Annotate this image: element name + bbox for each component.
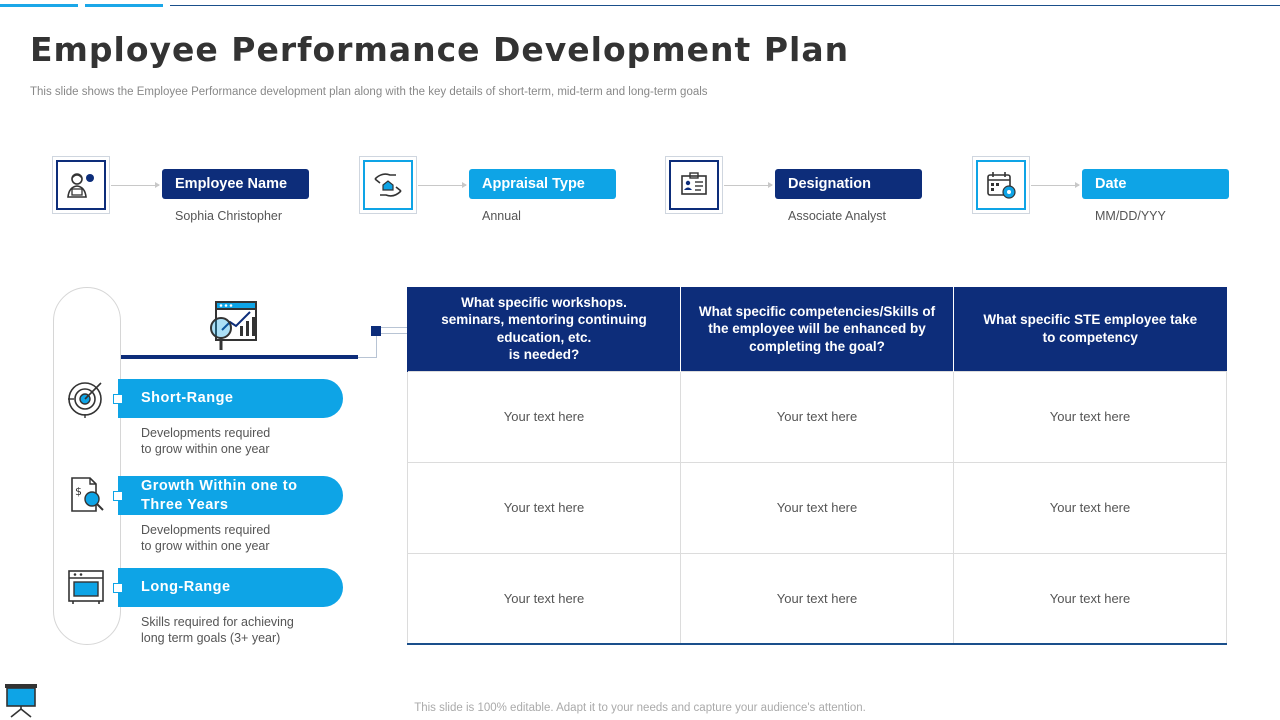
page-subtitle: This slide shows the Employee Performanc… bbox=[30, 86, 708, 98]
connector-line bbox=[376, 336, 377, 358]
designation-icon-box bbox=[665, 156, 723, 214]
long-range-desc: Skills required for achieving long term … bbox=[141, 614, 294, 646]
table-cell[interactable]: Your text here bbox=[680, 552, 954, 645]
table-header-row: What specific workshops. seminars, mento… bbox=[407, 287, 1227, 371]
employee-name-label: Employee Name bbox=[162, 169, 309, 199]
info-connector bbox=[724, 182, 773, 188]
info-connector bbox=[111, 182, 160, 188]
table-cell[interactable]: Your text here bbox=[407, 461, 681, 554]
top-rule bbox=[170, 5, 1280, 6]
presentation-board-icon bbox=[5, 684, 37, 718]
short-range-desc-line: to grow within one year bbox=[141, 442, 270, 456]
mid-range-pill: Growth Within one to Three Years bbox=[118, 476, 343, 515]
svg-text:$: $ bbox=[75, 485, 82, 498]
development-table: What specific workshops. seminars, mento… bbox=[407, 287, 1227, 645]
date-icon-box bbox=[972, 156, 1030, 214]
hand-care-icon bbox=[374, 173, 402, 197]
table-cell[interactable]: Your text here bbox=[953, 370, 1227, 463]
employee-name-value: Sophia Christopher bbox=[175, 209, 283, 223]
short-range-label: Short-Range bbox=[141, 390, 234, 406]
short-range-desc: Developments required to grow within one… bbox=[141, 425, 270, 457]
info-connector bbox=[418, 182, 467, 188]
mid-range-desc-line: Developments required bbox=[141, 523, 271, 537]
designation-value: Associate Analyst bbox=[788, 209, 886, 223]
table-row: Your text here Your text here Your text … bbox=[407, 461, 1227, 554]
appraisal-type-label: Appraisal Type bbox=[469, 169, 616, 199]
table-header-workshops: What specific workshops. seminars, mento… bbox=[407, 287, 681, 371]
connector-line bbox=[358, 357, 377, 358]
growth-chart-magnifier-icon bbox=[210, 301, 257, 350]
range-marker bbox=[113, 583, 123, 593]
long-range-label: Long-Range bbox=[141, 579, 231, 595]
top-accent-bar bbox=[0, 4, 78, 7]
employee-icon-box bbox=[52, 156, 110, 214]
designation-label: Designation bbox=[775, 169, 922, 199]
table-cell[interactable]: Your text here bbox=[407, 552, 681, 645]
oven-icon bbox=[68, 570, 104, 604]
calendar-gear-icon bbox=[987, 172, 1016, 199]
table-header-ste: What specific STE employee take to compe… bbox=[953, 287, 1227, 371]
table-cell[interactable]: Your text here bbox=[953, 461, 1227, 554]
connector-line bbox=[381, 327, 408, 334]
long-range-desc-line: Skills required for achieving bbox=[141, 615, 294, 629]
table-cell[interactable]: Your text here bbox=[407, 370, 681, 463]
id-card-icon bbox=[681, 172, 707, 195]
table-cell[interactable]: Your text here bbox=[680, 370, 954, 463]
mid-range-desc: Developments required to grow within one… bbox=[141, 522, 270, 554]
appraisal-type-value: Annual bbox=[482, 209, 521, 223]
top-accent-bar bbox=[85, 4, 163, 7]
connector-marker bbox=[371, 326, 381, 336]
range-marker bbox=[113, 394, 123, 404]
table-row: Your text here Your text here Your text … bbox=[407, 370, 1227, 463]
info-connector bbox=[1031, 182, 1080, 188]
target-icon bbox=[68, 382, 102, 418]
timeline-divider bbox=[121, 355, 358, 359]
range-marker bbox=[113, 491, 123, 501]
table-row: Your text here Your text here Your text … bbox=[407, 552, 1227, 645]
date-label: Date bbox=[1082, 169, 1229, 199]
footer-note: This slide is 100% editable. Adapt it to… bbox=[414, 702, 866, 714]
table-cell[interactable]: Your text here bbox=[680, 461, 954, 554]
date-value: MM/DD/YYY bbox=[1095, 209, 1166, 223]
page-title: Employee Performance Development Plan bbox=[30, 30, 850, 69]
employee-icon bbox=[67, 173, 94, 198]
mid-range-label: Three Years bbox=[141, 496, 229, 513]
long-range-pill: Long-Range bbox=[118, 568, 343, 607]
mid-range-label: Growth Within one to bbox=[141, 477, 298, 494]
long-range-desc-line: long term goals (3+ year) bbox=[141, 631, 281, 645]
mid-range-desc-line: to grow within one year bbox=[141, 539, 270, 553]
short-range-desc-line: Developments required bbox=[141, 426, 271, 440]
finance-document-icon: $ bbox=[71, 477, 104, 512]
table-cell[interactable]: Your text here bbox=[953, 552, 1227, 645]
appraisal-icon-box bbox=[359, 156, 417, 214]
short-range-pill: Short-Range bbox=[118, 379, 343, 418]
table-header-competencies: What specific competencies/Skills of the… bbox=[680, 287, 954, 371]
